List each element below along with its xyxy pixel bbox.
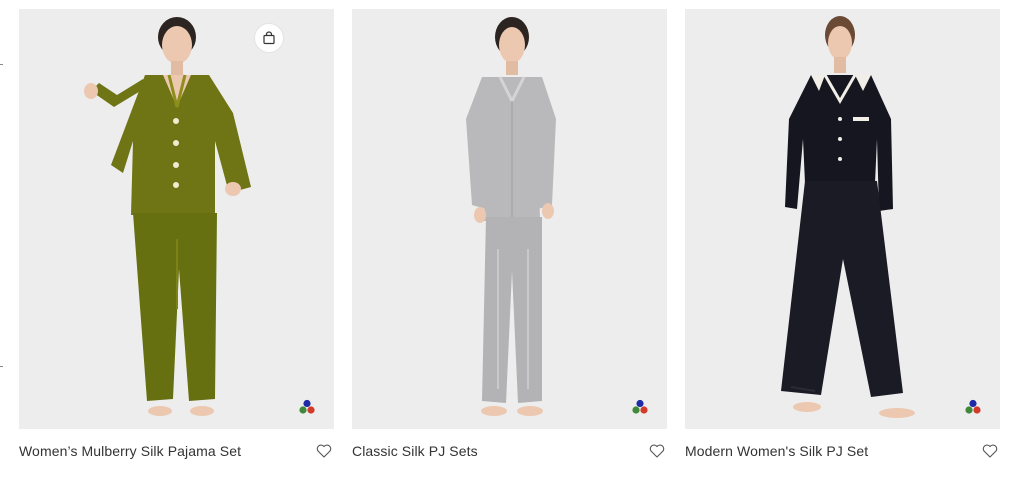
product-image-container[interactable]: [685, 9, 1000, 429]
product-card[interactable]: Women’s Mulberry Silk Pajama Set: [19, 9, 334, 459]
shopping-bag-icon: [263, 31, 275, 45]
color-swatch-icon[interactable]: [631, 399, 649, 415]
wishlist-button[interactable]: [648, 443, 666, 459]
product-name-link[interactable]: Classic Silk PJ Sets: [352, 443, 478, 459]
product-listing-page: Women’s Mulberry Silk Pajama Set Classic…: [0, 0, 1020, 477]
product-name-link[interactable]: Modern Women's Silk PJ Set: [685, 443, 868, 459]
product-image-container[interactable]: [19, 9, 334, 429]
color-swatch-icon[interactable]: [298, 399, 316, 415]
edge-marker: [0, 64, 3, 65]
heart-outline-icon: [316, 444, 332, 458]
heart-outline-icon: [649, 444, 665, 458]
product-info-row: Classic Silk PJ Sets: [352, 443, 667, 459]
add-to-bag-button[interactable]: [254, 23, 284, 53]
edge-marker: [0, 366, 3, 367]
product-card[interactable]: Classic Silk PJ Sets: [352, 9, 667, 459]
product-card[interactable]: Modern Women's Silk PJ Set: [685, 9, 1000, 459]
product-info-row: Modern Women's Silk PJ Set: [685, 443, 1000, 459]
heart-outline-icon: [982, 444, 998, 458]
color-swatch-icon[interactable]: [964, 399, 982, 415]
product-info-row: Women’s Mulberry Silk Pajama Set: [19, 443, 334, 459]
product-grid: Women’s Mulberry Silk Pajama Set Classic…: [19, 9, 1000, 459]
product-image[interactable]: [352, 9, 667, 429]
product-name-link[interactable]: Women’s Mulberry Silk Pajama Set: [19, 443, 241, 459]
wishlist-button[interactable]: [315, 443, 333, 459]
product-image-container[interactable]: [352, 9, 667, 429]
product-image[interactable]: [19, 9, 334, 429]
product-image[interactable]: [685, 9, 1000, 429]
wishlist-button[interactable]: [981, 443, 999, 459]
